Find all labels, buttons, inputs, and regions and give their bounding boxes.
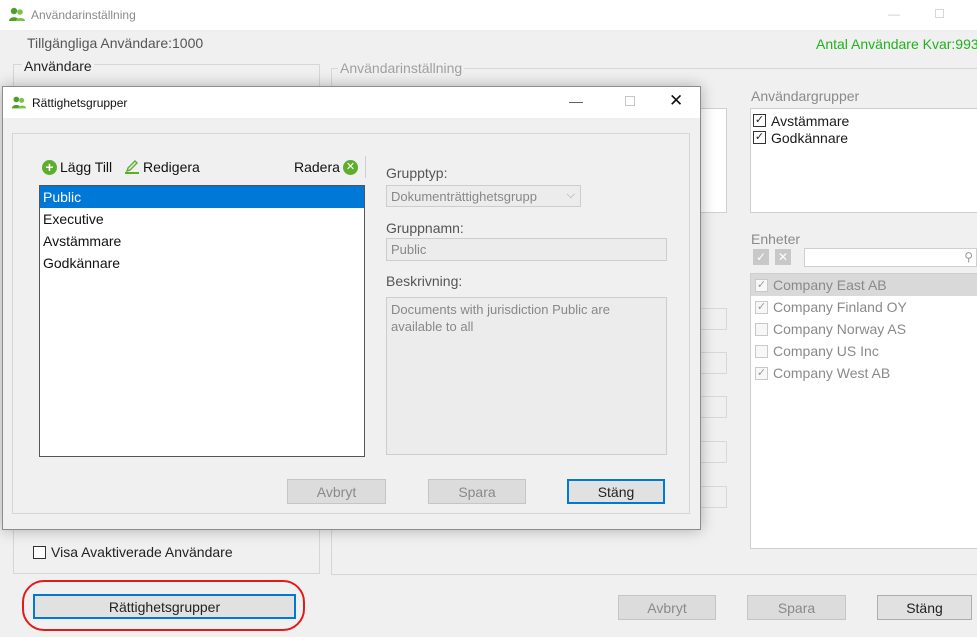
settings-panel-title: Användarinställning (338, 60, 465, 76)
available-users-label: Tillgängliga Användare:1000 (27, 35, 204, 51)
checkbox-unchecked-icon[interactable] (755, 344, 768, 358)
search-icon: ⚲ (964, 250, 973, 264)
main-maximize-icon[interactable] (935, 9, 944, 18)
delete-label: Radera (294, 159, 340, 175)
delete-icon: ✕ (342, 159, 358, 175)
user-groups-list: ✓ Avstämmare ✓ Godkännare (750, 108, 977, 213)
add-icon: + (42, 159, 57, 175)
group-name-field[interactable]: Public (386, 238, 667, 261)
checkbox-checked-icon[interactable]: ✓ (755, 366, 768, 380)
unit-label: Company Norway AS (773, 321, 907, 337)
main-save-button[interactable]: Spara (747, 595, 846, 620)
show-inactive-box[interactable] (33, 545, 46, 559)
units-search-input[interactable]: ⚲ (804, 248, 977, 267)
unit-item[interactable]: Company US Inc (751, 340, 977, 362)
dialog-save-button[interactable]: Spara (428, 479, 526, 504)
user-group-item[interactable]: ✓ Avstämmare (753, 112, 977, 129)
group-list-item[interactable]: Public (40, 186, 364, 208)
checkbox-unchecked-icon[interactable] (755, 322, 768, 336)
user-group-label: Avstämmare (771, 112, 850, 129)
checkbox-checked-icon[interactable]: ✓ (753, 114, 766, 127)
user-group-label: Godkännare (771, 129, 849, 146)
main-minimize-icon[interactable]: — (888, 7, 900, 21)
group-list[interactable]: Public Executive Avstämmare Godkännare (39, 185, 365, 457)
main-close-button[interactable]: Stäng (877, 595, 972, 620)
unit-label: Company Finland OY (773, 299, 907, 315)
main-titlebar (0, 0, 977, 30)
dialog-close-button[interactable]: Stäng (567, 479, 665, 504)
group-list-item[interactable]: Avstämmare (40, 230, 364, 252)
dialog-cancel-button[interactable]: Avbryt (287, 479, 386, 504)
settings-field[interactable] (697, 441, 727, 463)
units-label: Enheter (751, 231, 801, 247)
permission-groups-dialog: Rättighetsgrupper — ✕ + Lägg Till Redige… (2, 86, 701, 530)
show-inactive-label: Visa Avaktiverade Användare (51, 544, 233, 560)
users-app-icon (11, 95, 27, 111)
unit-label: Company East AB (773, 277, 887, 293)
settings-field[interactable] (697, 352, 727, 374)
group-name-label: Gruppnamn: (386, 220, 464, 236)
edit-group-button[interactable]: Redigera (124, 159, 200, 175)
group-type-select[interactable]: Dokumenträttighetsgrupp ⌵ (386, 185, 581, 207)
dialog-title: Rättighetsgrupper (32, 96, 128, 110)
checkbox-checked-icon[interactable]: ✓ (755, 300, 768, 314)
add-label: Lägg Till (60, 159, 113, 175)
remaining-users-label: Antal Användare Kvar:993 (816, 36, 977, 52)
close-icon[interactable]: ✕ (669, 91, 683, 111)
unit-item[interactable]: ✓ Company West AB (751, 362, 977, 384)
unit-item[interactable]: Company Norway AS (751, 318, 977, 340)
unit-item[interactable]: ✓ Company East AB (751, 274, 977, 296)
group-type-value: Dokumenträttighetsgrupp (391, 189, 537, 204)
unit-label: Company West AB (773, 365, 891, 381)
pencil-icon (124, 160, 140, 174)
group-type-label: Grupptyp: (386, 165, 448, 181)
group-list-item[interactable]: Godkännare (40, 252, 364, 274)
units-toolbar: ✓ ✕ (753, 249, 791, 265)
users-app-icon (8, 6, 26, 24)
users-panel-title: Användare (22, 58, 94, 74)
user-group-item[interactable]: ✓ Godkännare (753, 129, 977, 146)
checkbox-checked-icon[interactable]: ✓ (755, 278, 768, 292)
checkbox-checked-icon[interactable]: ✓ (753, 131, 766, 144)
unit-label: Company US Inc (773, 343, 879, 359)
toolbar-divider (365, 156, 366, 178)
unit-item[interactable]: ✓ Company Finland OY (751, 296, 977, 318)
description-field[interactable]: Documents with jurisdiction Public are a… (386, 297, 667, 455)
group-list-item[interactable]: Executive (40, 208, 364, 230)
settings-field[interactable] (697, 486, 727, 508)
user-groups-label: Användargrupper (751, 88, 860, 104)
chevron-down-icon: ⌵ (566, 189, 575, 201)
uncheck-all-icon[interactable]: ✕ (775, 249, 791, 265)
delete-group-button[interactable]: Radera ✕ (294, 159, 358, 175)
maximize-icon[interactable] (625, 96, 635, 106)
settings-list-edge (699, 108, 727, 213)
units-list: ✓ Company East AB ✓ Company Finland OY C… (750, 273, 977, 549)
main-cancel-button[interactable]: Avbryt (618, 595, 716, 620)
permission-groups-button[interactable]: Rättighetsgrupper (33, 594, 296, 619)
edit-label: Redigera (143, 159, 200, 175)
show-inactive-checkbox[interactable]: Visa Avaktiverade Användare (33, 544, 233, 560)
settings-field[interactable] (697, 396, 727, 418)
check-all-icon[interactable]: ✓ (753, 249, 769, 265)
description-label: Beskrivning: (386, 273, 463, 289)
add-group-button[interactable]: + Lägg Till (42, 159, 112, 175)
main-window-title: Användarinställning (31, 8, 136, 22)
settings-field[interactable] (697, 308, 727, 330)
minimize-icon[interactable]: — (569, 93, 583, 109)
